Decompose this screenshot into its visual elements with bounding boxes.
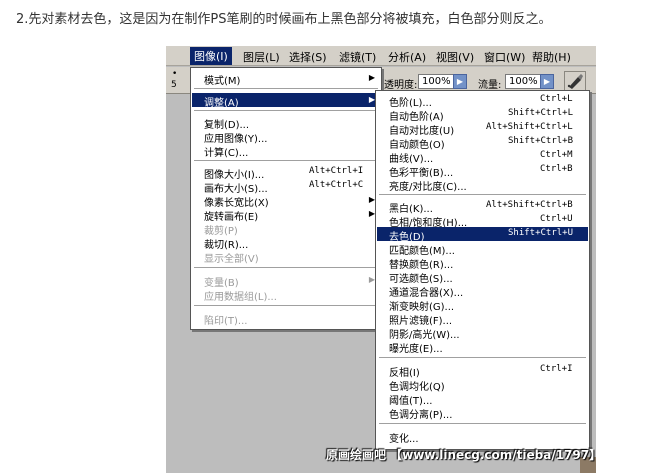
flow-input[interactable]: 100%: [505, 74, 541, 89]
menu-item-apply-data-set: 应用数据组(L)...: [192, 287, 380, 303]
submenu-item-threshold[interactable]: 阈值(T)...: [377, 391, 588, 407]
menu-item-label: 亮度/对比度(C)...: [389, 182, 467, 193]
submenu-item-color-balance[interactable]: 色彩平衡(B)... Ctrl+B: [377, 163, 588, 179]
menu-item-shortcut: Ctrl+B: [540, 164, 573, 174]
menu-separator: [194, 160, 378, 162]
menu-analysis[interactable]: 分析(A): [388, 49, 426, 65]
airbrush-icon[interactable]: [564, 71, 586, 91]
menu-item-shortcut: Ctrl+M: [540, 150, 573, 160]
menu-item-shortcut: Ctrl+U: [540, 214, 573, 224]
menu-bar: 图像(I) 图层(L) 选择(S) 滤镜(T) 分析(A) 视图(V) 窗口(W…: [166, 46, 596, 66]
menu-item-duplicate[interactable]: 复制(D)...: [192, 115, 380, 131]
brush-size-number: 5: [171, 80, 177, 90]
menu-item-trim[interactable]: 裁切(R)...: [192, 235, 380, 251]
menu-window[interactable]: 窗口(W): [484, 49, 525, 65]
menu-item-label: 调整(A): [204, 98, 239, 109]
submenu-item-variations[interactable]: 变化...: [377, 429, 588, 445]
menu-separator: [379, 423, 586, 425]
menu-item-canvas-size[interactable]: 画布大小(S)... Alt+Ctrl+C: [192, 179, 380, 195]
menu-item-label: 显示全部(V): [204, 254, 259, 265]
menu-item-pixel-aspect[interactable]: 像素长宽比(X) ▶: [192, 193, 380, 209]
watermark-text: 原画绘画吧 【www.linecg.com/tieba/1797】: [326, 448, 602, 462]
menu-item-calculations[interactable]: 计算(C)...: [192, 143, 380, 159]
submenu-arrow-icon: ▶: [368, 73, 375, 82]
adjustments-submenu: 色阶(L)... Ctrl+L 自动色阶(A) Shift+Ctrl+L 自动对…: [375, 90, 590, 450]
submenu-item-gradient-map[interactable]: 渐变映射(G)...: [377, 297, 588, 313]
menu-item-shortcut: Shift+Ctrl+U: [508, 228, 574, 238]
menu-item-variables: 变量(B) ▶: [192, 273, 380, 289]
submenu-item-hue-saturation[interactable]: 色相/饱和度(H)... Ctrl+U: [377, 213, 588, 229]
opacity-input[interactable]: 100%: [418, 74, 454, 89]
menu-item-label: 模式(M): [204, 76, 241, 87]
menu-item-label: 计算(C)...: [204, 148, 249, 159]
menu-item-label: 陷印(T)...: [204, 316, 248, 327]
menu-item-shortcut: Ctrl+I: [540, 364, 573, 374]
submenu-item-replace-color[interactable]: 替换颜色(R)...: [377, 255, 588, 271]
submenu-item-posterize[interactable]: 色调分离(P)...: [377, 405, 588, 421]
submenu-item-curves[interactable]: 曲线(V)... Ctrl+M: [377, 149, 588, 165]
submenu-item-desaturate[interactable]: 去色(D) Shift+Ctrl+U: [377, 227, 588, 243]
menu-item-label: 应用数据组(L)...: [204, 292, 277, 303]
menu-separator: [194, 88, 378, 90]
submenu-item-brightness-contrast[interactable]: 亮度/对比度(C)...: [377, 177, 588, 193]
menu-item-rotate-canvas[interactable]: 旋转画布(E) ▶: [192, 207, 380, 223]
image-menu: 模式(M) ▶ 调整(A) ▶ 复制(D)... 应用图像(Y)... 计算(C…: [190, 67, 382, 330]
menu-separator: [194, 267, 378, 269]
menu-separator: [194, 305, 378, 307]
menu-item-image-size[interactable]: 图像大小(I)... Alt+Ctrl+I: [192, 165, 380, 181]
brush-preset-dot[interactable]: •: [172, 69, 177, 79]
flow-label: 流量:: [478, 80, 502, 91]
menu-image[interactable]: 图像(I): [190, 47, 232, 65]
menu-item-adjust[interactable]: 调整(A) ▶: [192, 93, 380, 109]
menu-select[interactable]: 选择(S): [289, 49, 327, 65]
submenu-item-photo-filter[interactable]: 照片滤镜(F)...: [377, 311, 588, 327]
submenu-item-channel-mixer[interactable]: 通道混合器(X)...: [377, 283, 588, 299]
submenu-item-exposure[interactable]: 曝光度(E)...: [377, 339, 588, 355]
menu-item-shortcut: Alt+Shift+Ctrl+L: [486, 122, 573, 132]
menu-item-reveal-all: 显示全部(V): [192, 249, 380, 265]
submenu-item-match-color[interactable]: 匹配颜色(M)...: [377, 241, 588, 257]
menu-separator: [194, 110, 378, 112]
submenu-item-auto-contrast[interactable]: 自动对比度(U) Alt+Shift+Ctrl+L: [377, 121, 588, 137]
menu-item-trap: 陷印(T)...: [192, 311, 380, 327]
submenu-item-invert[interactable]: 反相(I) Ctrl+I: [377, 363, 588, 379]
submenu-item-equalize[interactable]: 色调均化(Q): [377, 377, 588, 393]
submenu-item-selective-color[interactable]: 可选颜色(S)...: [377, 269, 588, 285]
menu-item-shortcut: Ctrl+L: [540, 94, 573, 104]
submenu-item-auto-levels[interactable]: 自动色阶(A) Shift+Ctrl+L: [377, 107, 588, 123]
menu-item-label: 色调分离(P)...: [389, 410, 453, 421]
menu-item-shortcut: Alt+Shift+Ctrl+B: [486, 200, 573, 210]
menu-item-mode[interactable]: 模式(M) ▶: [192, 71, 380, 87]
menu-item-shortcut: Alt+Ctrl+I: [309, 166, 364, 176]
menu-separator: [379, 194, 586, 196]
submenu-item-black-white[interactable]: 黑白(K)... Alt+Shift+Ctrl+B: [377, 199, 588, 215]
submenu-item-shadow-highlight[interactable]: 阴影/高光(W)...: [377, 325, 588, 341]
menu-view[interactable]: 视图(V): [436, 49, 474, 65]
menu-item-crop: 裁剪(P): [192, 221, 380, 237]
menu-item-apply-image[interactable]: 应用图像(Y)...: [192, 129, 380, 145]
submenu-item-auto-color[interactable]: 自动颜色(O) Shift+Ctrl+B: [377, 135, 588, 151]
menu-item-shortcut: Shift+Ctrl+L: [508, 108, 574, 118]
menu-separator: [379, 357, 586, 359]
opacity-arrow-icon[interactable]: ▶: [453, 74, 467, 89]
flow-arrow-icon[interactable]: ▶: [540, 74, 554, 89]
menu-item-label: 曝光度(E)...: [389, 344, 443, 355]
menu-item-shortcut: Alt+Ctrl+C: [309, 180, 364, 190]
article-caption: 2.先对素材去色，这是因为在制作PS笔刷的时候画布上黑色部分将被填充，白色部分则…: [16, 12, 552, 27]
menu-item-shortcut: Shift+Ctrl+B: [508, 136, 574, 146]
menu-help[interactable]: 帮助(H): [532, 49, 571, 65]
menu-layer[interactable]: 图层(L): [243, 49, 280, 65]
menu-filter[interactable]: 滤镜(T): [339, 49, 376, 65]
opacity-label: 透明度:: [384, 80, 418, 91]
menu-item-label: 变化...: [389, 434, 419, 445]
submenu-item-levels[interactable]: 色阶(L)... Ctrl+L: [377, 93, 588, 109]
photoshop-screenshot: 图像(I) 图层(L) 选择(S) 滤镜(T) 分析(A) 视图(V) 窗口(W…: [166, 46, 596, 473]
